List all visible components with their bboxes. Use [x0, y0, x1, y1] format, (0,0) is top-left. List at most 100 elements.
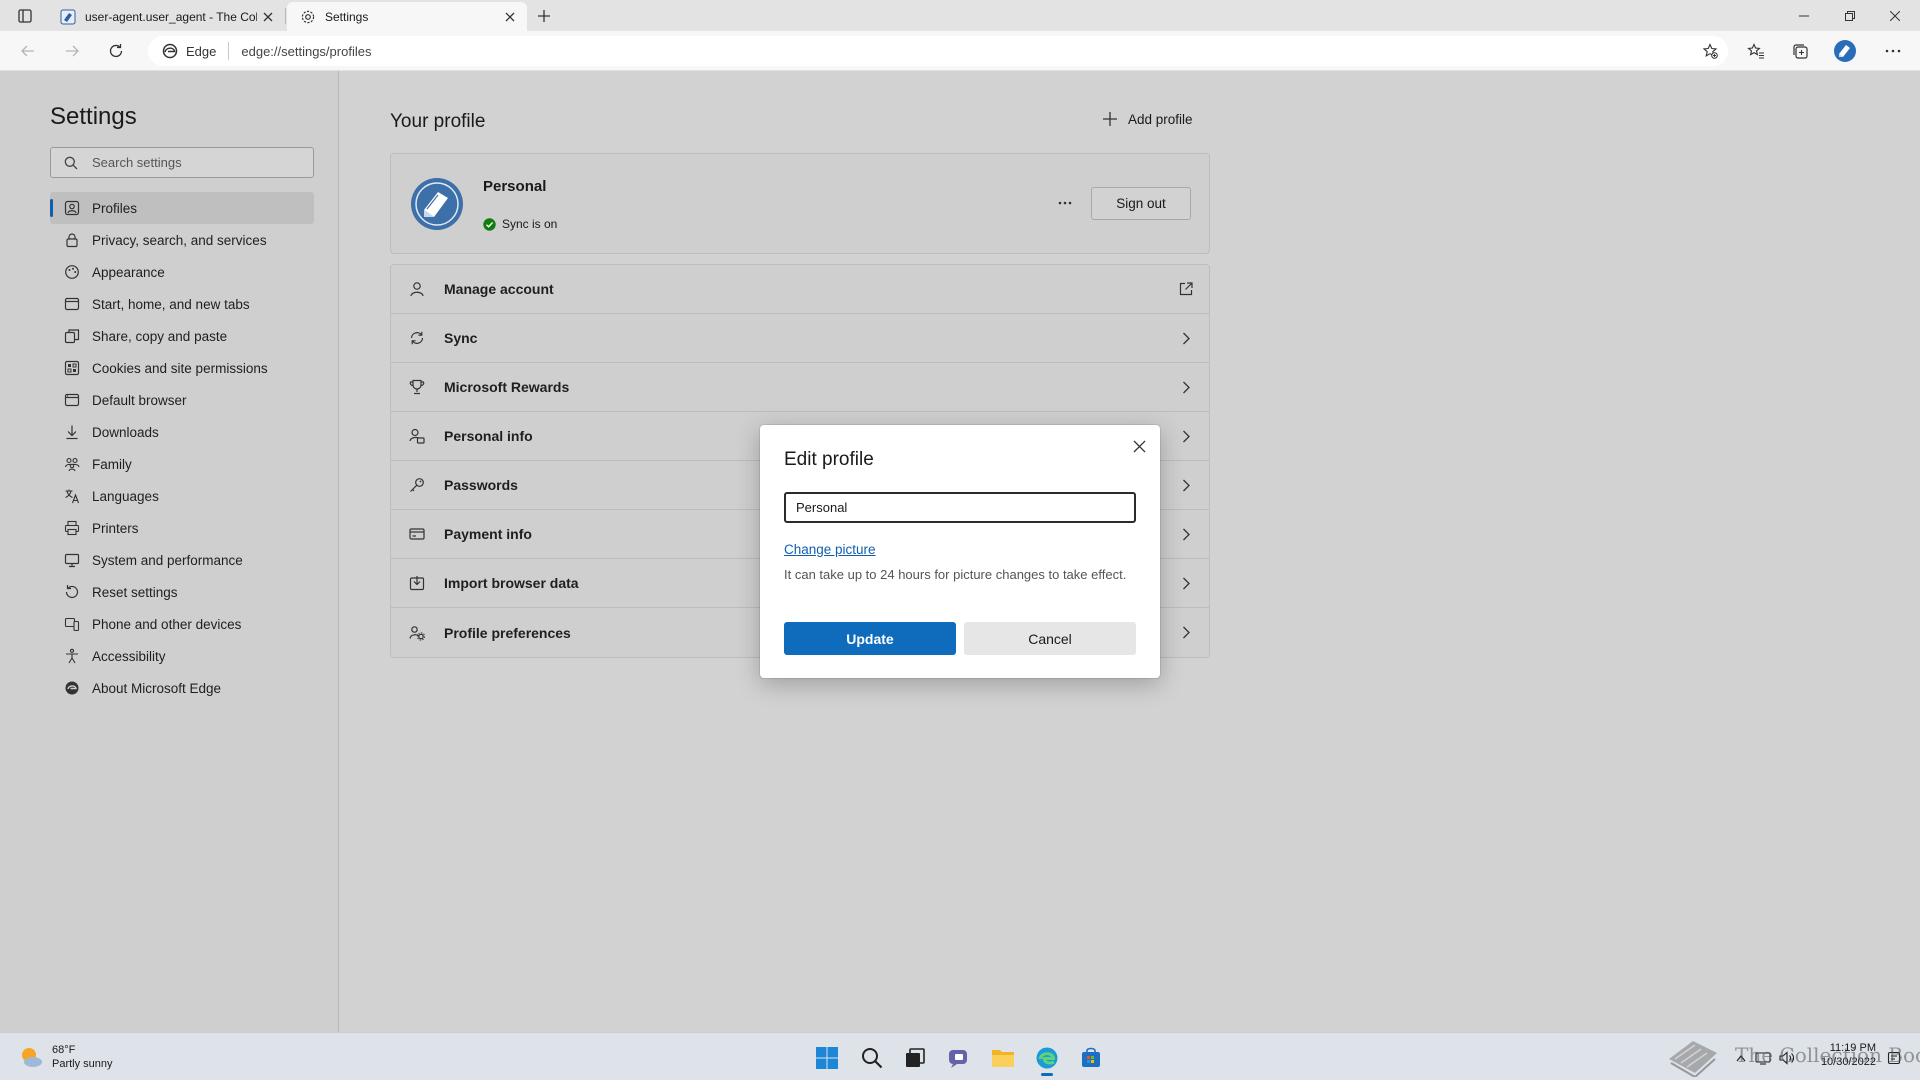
- taskbar-search-button[interactable]: [855, 1041, 889, 1075]
- languages-icon: [64, 488, 80, 504]
- collections-button[interactable]: [1785, 37, 1815, 65]
- sidebar-item-share[interactable]: Share, copy and paste: [50, 320, 314, 352]
- sidebar-item-profiles[interactable]: Profiles: [50, 192, 314, 224]
- start-button[interactable]: [810, 1041, 844, 1075]
- chevron-right-icon: [1177, 476, 1195, 494]
- store-button[interactable]: [1074, 1041, 1108, 1075]
- file-explorer-button[interactable]: [986, 1041, 1020, 1075]
- edit-profile-dialog: Edit profile Change picture It can take …: [760, 425, 1160, 678]
- tab-user-agent[interactable]: user-agent.user_agent - The Coll: [47, 2, 285, 31]
- sidebar-item-system[interactable]: System and performance: [50, 544, 314, 576]
- tab-actions-button[interactable]: [10, 5, 40, 27]
- sidebar-item-reset[interactable]: Reset settings: [50, 576, 314, 608]
- cancel-button[interactable]: Cancel: [964, 622, 1136, 655]
- task-view-icon: [906, 1048, 925, 1067]
- sidebar-item-label: Appearance: [92, 264, 165, 280]
- settings-more-button[interactable]: [1878, 37, 1908, 65]
- sidebar-item-accessibility[interactable]: Accessibility: [50, 640, 314, 672]
- plus-icon: [1103, 112, 1117, 126]
- add-profile-label: Add profile: [1128, 111, 1193, 127]
- tab-actions-icon: [18, 9, 32, 23]
- watermark: The Collection Book: [1665, 1033, 1920, 1078]
- sidebar-item-label: System and performance: [92, 552, 243, 568]
- back-button[interactable]: [13, 37, 43, 65]
- sidebar-item-default-browser[interactable]: Default browser: [50, 384, 314, 416]
- import-icon: [408, 574, 426, 592]
- dialog-close-button[interactable]: [1126, 433, 1152, 459]
- more-horizontal-icon: [1058, 201, 1072, 205]
- close-window-button[interactable]: [1873, 0, 1917, 31]
- sign-out-button[interactable]: Sign out: [1091, 187, 1191, 220]
- row-label: Personal info: [444, 428, 533, 444]
- sidebar-item-appearance[interactable]: Appearance: [50, 256, 314, 288]
- lock-icon: [64, 232, 80, 248]
- row-label: Manage account: [444, 281, 554, 297]
- sidebar-item-start-home[interactable]: Start, home, and new tabs: [50, 288, 314, 320]
- family-icon: [64, 456, 80, 472]
- sidebar-item-label: Profiles: [92, 200, 138, 216]
- avatar: [411, 178, 463, 230]
- row-microsoft-rewards[interactable]: Microsoft Rewards: [391, 363, 1209, 412]
- add-profile-button[interactable]: Add profile: [1102, 111, 1193, 127]
- edge-taskbar-button[interactable]: [1030, 1041, 1064, 1076]
- settings-nav: Profiles Privacy, search, and services A…: [50, 192, 314, 704]
- tab-separator: [285, 8, 286, 24]
- sidebar-item-label: Family: [92, 456, 132, 472]
- profile-more-button[interactable]: [1051, 190, 1079, 216]
- close-tab-icon[interactable]: [499, 6, 521, 28]
- sidebar-item-label: Share, copy and paste: [92, 328, 228, 344]
- sidebar-item-languages[interactable]: Languages: [50, 480, 314, 512]
- sidebar-item-printers[interactable]: Printers: [50, 512, 314, 544]
- new-tab-button[interactable]: [530, 4, 558, 28]
- update-button[interactable]: Update: [784, 622, 956, 655]
- weather-widget[interactable]: 68°F Partly sunny: [18, 1043, 113, 1071]
- profile-icon: [64, 200, 80, 216]
- chevron-right-icon: [1177, 378, 1195, 396]
- address-url[interactable]: edge://settings/profiles: [241, 44, 371, 59]
- settings-title: Settings: [50, 103, 137, 130]
- change-picture-link[interactable]: Change picture: [784, 542, 876, 557]
- task-view-button[interactable]: [898, 1041, 932, 1075]
- store-icon: [1082, 1047, 1100, 1067]
- row-sync[interactable]: Sync: [391, 314, 1209, 363]
- sidebar-item-cookies[interactable]: Cookies and site permissions: [50, 352, 314, 384]
- refresh-button[interactable]: [101, 37, 131, 65]
- sidebar-item-label: Printers: [92, 520, 139, 536]
- sidebar-item-label: Start, home, and new tabs: [92, 296, 250, 312]
- windows-icon: [816, 1047, 838, 1069]
- address-bar[interactable]: Edge edge://settings/profiles: [148, 36, 1728, 66]
- search-placeholder: Search settings: [92, 155, 182, 170]
- more-horizontal-icon: [1885, 49, 1901, 53]
- profile-name-input[interactable]: [784, 492, 1136, 523]
- watermark-text: The Collection Book: [1735, 1043, 1920, 1067]
- row-label: Microsoft Rewards: [444, 379, 570, 395]
- favorites-icon: [1747, 43, 1764, 59]
- favorites-button[interactable]: [1741, 37, 1771, 65]
- sidebar-item-privacy[interactable]: Privacy, search, and services: [50, 224, 314, 256]
- weather-condition: Partly sunny: [52, 1058, 113, 1070]
- appearance-icon: [64, 264, 80, 280]
- sidebar-item-label: Accessibility: [92, 648, 166, 664]
- sidebar-item-about[interactable]: About Microsoft Edge: [50, 672, 314, 704]
- home-icon: [64, 296, 80, 312]
- picture-change-note: It can take up to 24 hours for picture c…: [784, 567, 1127, 582]
- tab-settings[interactable]: Settings: [287, 2, 527, 31]
- search-settings-input[interactable]: Search settings: [50, 147, 314, 178]
- close-icon: [1890, 10, 1900, 21]
- row-manage-account[interactable]: Manage account: [391, 265, 1209, 314]
- restore-button[interactable]: [1828, 0, 1872, 31]
- forward-button[interactable]: [57, 37, 87, 65]
- refresh-icon: [109, 44, 123, 58]
- sidebar-item-phone[interactable]: Phone and other devices: [50, 608, 314, 640]
- accessibility-icon: [64, 648, 80, 664]
- sidebar-item-downloads[interactable]: Downloads: [50, 416, 314, 448]
- minimize-button[interactable]: [1782, 0, 1826, 31]
- sidebar-item-family[interactable]: Family: [50, 448, 314, 480]
- chevron-right-icon: [1177, 329, 1195, 347]
- close-tab-icon[interactable]: [257, 6, 279, 28]
- add-favorite-button[interactable]: [1700, 41, 1720, 61]
- teams-chat-button[interactable]: [942, 1041, 976, 1075]
- sidebar-item-label: Downloads: [92, 424, 159, 440]
- profile-button[interactable]: [1830, 37, 1860, 65]
- chat-icon: [949, 1050, 967, 1068]
